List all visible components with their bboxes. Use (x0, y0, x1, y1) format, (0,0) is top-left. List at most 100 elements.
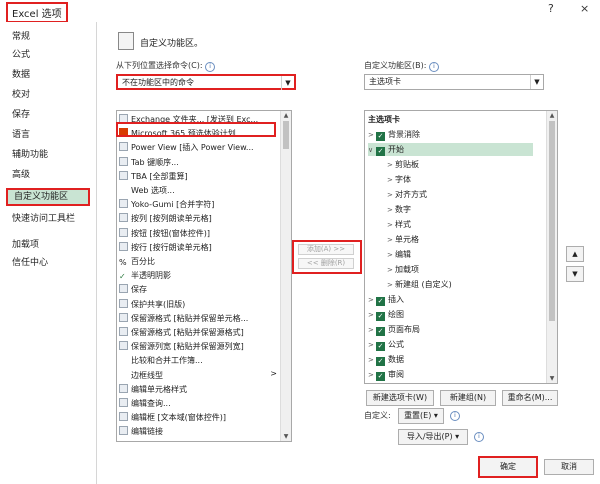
expander-icon[interactable]: > (387, 159, 395, 172)
tree-item[interactable]: > 编辑 (387, 248, 411, 261)
tree-item[interactable]: > 加载项 (387, 263, 419, 276)
tree-item[interactable]: > ✓ 审阅 (368, 368, 404, 381)
expander-icon[interactable]: > (368, 369, 376, 382)
command-item[interactable]: ✓ 半透明阴影 (119, 269, 171, 282)
expander-icon[interactable]: > (387, 204, 395, 217)
sidebar-item[interactable]: 自定义功能区 (6, 188, 90, 206)
tree-item[interactable]: > 样式 (387, 218, 411, 231)
command-item[interactable]: Power View [插入 Power View... (119, 141, 254, 154)
scroll-thumb[interactable] (283, 121, 289, 149)
close-button[interactable]: × (580, 2, 589, 15)
tree-item[interactable]: > ✓ 数据 (368, 353, 404, 366)
ribbon-tree[interactable]: ▲ ▼ 主选项卡 > ✓ 背景消除 ∨ ✓ 开始 > 剪贴板 > 字体 > 对齐方式 > 数字 > 样式 > 单元格… (364, 110, 558, 384)
rename-button[interactable]: 重命名(M)... (502, 390, 558, 406)
scroll-up-icon[interactable]: ▲ (547, 111, 557, 120)
expander-icon[interactable]: > (387, 219, 395, 232)
command-item[interactable]: 按钮 [按钮(窗体控件)] (119, 227, 210, 240)
sidebar-item[interactable]: 校对 (6, 86, 90, 104)
tree-item[interactable]: > ✓ 绘图 (368, 308, 404, 321)
tree-item[interactable]: 主选项卡 (368, 113, 400, 126)
new-group-button[interactable]: 新建组(N) (440, 390, 496, 406)
command-item[interactable]: TBA [全部重算] (119, 170, 188, 183)
expander-icon[interactable]: > (387, 264, 395, 277)
tree-item[interactable]: > 单元格 (387, 233, 419, 246)
command-item[interactable]: 比较和合并工作簿... (119, 354, 203, 367)
command-item[interactable]: Tab 键顺序... (119, 156, 179, 169)
expander-icon[interactable]: > (387, 234, 395, 247)
move-down-button[interactable]: ▼ (566, 266, 584, 282)
reset-button[interactable]: 重置(E) ▾ (398, 408, 444, 424)
commands-list[interactable]: ▲ ▼ Exchange 文件夹... [发送到 Exc... Microsoft… (116, 110, 292, 442)
sidebar-item[interactable]: 语言 (6, 126, 90, 144)
remove-button[interactable]: << 删除(R) (298, 258, 354, 269)
sidebar-item[interactable]: 高级 (6, 166, 90, 184)
command-item[interactable]: 按行 [按行朗读单元格] (119, 241, 212, 254)
checkbox[interactable]: ✓ (376, 342, 385, 351)
command-item[interactable]: 保护共享(旧版) (119, 298, 185, 311)
move-up-button[interactable]: ▲ (566, 246, 584, 262)
command-item[interactable]: 按列 [按列朗读单元格] (119, 212, 212, 225)
add-button[interactable]: 添加(A) >> (298, 244, 354, 255)
sidebar-item[interactable]: 信任中心 (6, 254, 90, 272)
choose-commands-dropdown[interactable]: 不在功能区中的命令 ▼ (116, 74, 296, 90)
sidebar-item[interactable]: 公式 (6, 46, 90, 64)
sidebar-item[interactable]: 数据 (6, 66, 90, 84)
expander-icon[interactable]: > (368, 309, 376, 322)
ribbon-scrollbar[interactable]: ▲ ▼ (546, 111, 557, 383)
command-item[interactable]: Web 选项... (119, 184, 175, 197)
expander-icon[interactable]: > (368, 354, 376, 367)
command-item[interactable]: 编辑框 [文本域(窗体控件)] (119, 411, 226, 424)
sidebar-item[interactable]: 加载项 (6, 236, 90, 254)
command-item[interactable]: 编辑链接 (119, 425, 163, 438)
commands-scrollbar[interactable]: ▲ ▼ (280, 111, 291, 441)
cancel-button[interactable]: 取消 (544, 459, 594, 475)
tree-item[interactable]: > 数字 (387, 203, 411, 216)
sidebar-item[interactable]: 辅助功能 (6, 146, 90, 164)
checkbox[interactable]: ✓ (376, 147, 385, 156)
command-item[interactable]: 保留源列宽 [粘贴并保留源列宽] (119, 340, 244, 353)
new-tab-button[interactable]: 新建选项卡(W) (366, 390, 434, 406)
tree-item[interactable]: > ✓ 背景消除 (368, 128, 420, 141)
command-item[interactable]: 编辑单元格样式 (119, 383, 187, 396)
checkbox[interactable]: ✓ (376, 297, 385, 306)
command-item[interactable]: 边框线型 (119, 369, 163, 382)
expander-icon[interactable]: ∨ (368, 144, 376, 157)
help-button[interactable]: ? (548, 2, 554, 15)
checkbox[interactable]: ✓ (376, 372, 385, 381)
expander-icon[interactable]: > (368, 294, 376, 307)
scroll-thumb[interactable] (549, 121, 555, 321)
checkbox[interactable]: ✓ (376, 312, 385, 321)
tree-item[interactable]: > 新建组 (自定义) (387, 278, 452, 291)
expander-icon[interactable]: > (387, 279, 395, 292)
sidebar-item[interactable]: 常规 (6, 28, 90, 46)
expander-icon[interactable]: > (368, 339, 376, 352)
checkbox[interactable]: ✓ (376, 327, 385, 336)
command-item[interactable]: % 百分比 (119, 255, 155, 268)
command-item[interactable]: 编辑查询... (119, 397, 171, 410)
sidebar-item[interactable]: 快速访问工具栏 (6, 210, 90, 228)
tree-item[interactable]: ∨ ✓ 开始 (368, 143, 533, 156)
tree-item[interactable]: > 字体 (387, 173, 411, 186)
tree-item[interactable]: > ✓ 页面布局 (368, 323, 420, 336)
scroll-down-icon[interactable]: ▼ (281, 432, 291, 441)
command-item[interactable]: 保存 (119, 283, 147, 296)
tree-item[interactable]: > ✓ 公式 (368, 338, 404, 351)
scroll-down-icon[interactable]: ▼ (547, 374, 557, 383)
command-item[interactable]: 保留源格式 [粘贴并保留单元格... (119, 312, 248, 325)
scroll-up-icon[interactable]: ▲ (281, 111, 291, 120)
expander-icon[interactable]: > (387, 174, 395, 187)
tree-item[interactable]: > ✓ 插入 (368, 293, 404, 306)
ok-button[interactable]: 确定 (478, 456, 538, 478)
command-item[interactable]: Yoko-Gumi [合并字符] (119, 198, 214, 211)
tree-item[interactable]: > 剪贴板 (387, 158, 419, 171)
command-item[interactable]: 保留源格式 [粘贴并保留源格式] (119, 326, 244, 339)
tree-item[interactable]: > 对齐方式 (387, 188, 427, 201)
sidebar-item[interactable]: 保存 (6, 106, 90, 124)
expander-icon[interactable]: > (368, 129, 376, 142)
expander-icon[interactable]: > (387, 249, 395, 262)
import-export-button[interactable]: 导入/导出(P) ▾ (398, 429, 468, 445)
expander-icon[interactable]: > (387, 189, 395, 202)
checkbox[interactable]: ✓ (376, 357, 385, 366)
checkbox[interactable]: ✓ (376, 132, 385, 141)
ribbon-tabs-dropdown[interactable]: 主选项卡 ▼ (364, 74, 544, 90)
